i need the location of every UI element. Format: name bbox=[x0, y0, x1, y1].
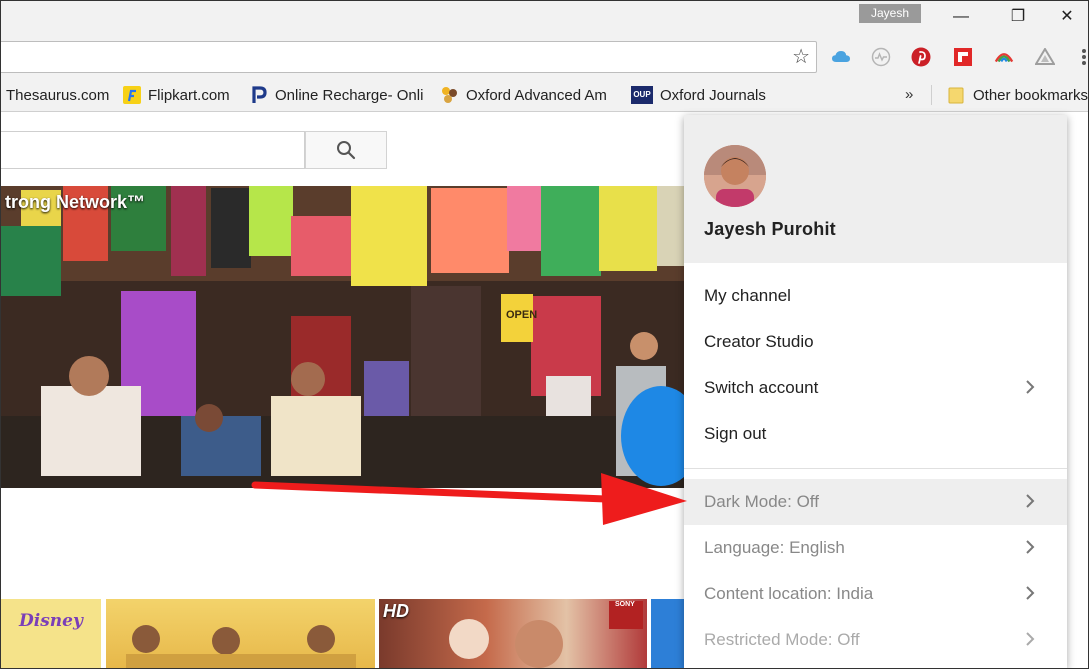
menu-item-label: Switch account bbox=[704, 378, 819, 397]
bookmark-label: Oxford Advanced Am bbox=[466, 86, 607, 104]
sony-logo: SONY bbox=[615, 601, 635, 608]
menu-item-label: Language: English bbox=[704, 538, 845, 557]
profile-photo bbox=[704, 145, 766, 207]
bookmark-oxford-advanced[interactable]: Oxford Advanced Am bbox=[441, 85, 616, 105]
disney-logo: Disney bbox=[19, 611, 83, 631]
bookmarks-overflow-button[interactable]: » bbox=[905, 86, 913, 103]
bookmark-oxford-journals[interactable]: OUP Oxford Journals bbox=[631, 85, 766, 105]
chevron-right-icon bbox=[1026, 494, 1035, 508]
chevron-right-icon bbox=[1026, 540, 1035, 554]
maximize-button[interactable]: ❐ bbox=[995, 5, 1041, 29]
bookmark-label: Flipkart.com bbox=[148, 86, 230, 104]
video-thumbnail[interactable] bbox=[651, 599, 684, 668]
svg-text:OPEN: OPEN bbox=[506, 309, 537, 321]
paytm-p-icon bbox=[250, 86, 268, 104]
video-thumbnail[interactable]: HD SONY bbox=[379, 599, 647, 668]
search-button[interactable] bbox=[305, 131, 387, 169]
pinterest-icon[interactable] bbox=[911, 47, 931, 67]
chevron-right-icon bbox=[1026, 586, 1035, 600]
menu-item-restricted-mode[interactable]: Restricted Mode: Off bbox=[684, 617, 1067, 663]
profile-badge[interactable]: Jayesh bbox=[859, 4, 921, 23]
menu-item-switch-account[interactable]: Switch account bbox=[684, 365, 1067, 411]
search-icon bbox=[337, 141, 356, 160]
menu-item-label: Sign out bbox=[704, 424, 767, 443]
minimize-button[interactable]: — bbox=[938, 5, 984, 29]
avatar[interactable] bbox=[704, 145, 766, 207]
folder-icon bbox=[948, 86, 966, 104]
menu-item-language[interactable]: Language: English bbox=[684, 525, 1067, 571]
bookmark-label: Online Recharge- Onli bbox=[275, 86, 424, 104]
menu-divider bbox=[684, 468, 1067, 469]
bookmarks-divider bbox=[931, 85, 932, 105]
rainbow-icon[interactable] bbox=[994, 47, 1014, 67]
bookmark-online-recharge[interactable]: Online Recharge- Onli bbox=[250, 85, 425, 105]
account-name: Jayesh Purohit bbox=[704, 219, 836, 239]
tracker-icon[interactable] bbox=[871, 47, 891, 67]
video-shelf: Disney HD SONY bbox=[1, 599, 684, 668]
bookmark-thesaurus[interactable]: Thesaurus.com bbox=[6, 85, 109, 105]
bookmark-label: Thesaurus.com bbox=[6, 86, 110, 104]
drive-icon[interactable] bbox=[1035, 47, 1055, 67]
banner-title: trong Network™ bbox=[5, 192, 146, 212]
flipboard-icon[interactable] bbox=[953, 47, 973, 67]
menu-item-sign-out[interactable]: Sign out bbox=[684, 411, 1067, 457]
menu-item-label: Creator Studio bbox=[704, 332, 814, 351]
bookmark-star-icon[interactable]: ☆ bbox=[792, 45, 810, 69]
video-thumbnail[interactable] bbox=[106, 599, 375, 668]
menu-item-dark-mode[interactable]: Dark Mode: Off bbox=[684, 479, 1067, 525]
menu-icon[interactable] bbox=[1074, 47, 1088, 67]
thumbnail-art bbox=[126, 625, 356, 668]
window-title-bar: Jayesh — ❐ ✕ bbox=[1, 1, 1088, 35]
menu-item-label: Restricted Mode: Off bbox=[704, 630, 860, 649]
chevron-right-icon bbox=[1026, 632, 1035, 646]
menu-item-label: Content location: India bbox=[704, 584, 874, 603]
menu-item-content-location[interactable]: Content location: India bbox=[684, 571, 1067, 617]
search-input[interactable] bbox=[1, 131, 305, 169]
oxford-dictionary-icon bbox=[441, 86, 459, 104]
market-scene-illustration: OPEN bbox=[1, 186, 684, 488]
menu-item-label: My channel bbox=[704, 286, 791, 305]
bookmark-other-folder[interactable]: Other bookmarks bbox=[948, 85, 1088, 105]
account-menu: Jayesh Purohit My channel Creator Studio… bbox=[684, 115, 1067, 668]
video-thumbnail[interactable]: Disney bbox=[1, 599, 101, 668]
menu-item-my-channel[interactable]: My channel bbox=[684, 273, 1067, 319]
channel-banner-image[interactable]: OPEN trong Network™ bbox=[1, 186, 684, 488]
flipkart-icon bbox=[123, 86, 141, 104]
cloud-icon[interactable] bbox=[831, 47, 851, 67]
browser-window: Jayesh — ❐ ✕ ☆ Thesaurus.com Flipkart.co… bbox=[0, 0, 1089, 669]
thumbnail-art bbox=[449, 601, 643, 668]
chevron-right-icon bbox=[1026, 380, 1035, 394]
account-menu-header: Jayesh Purohit bbox=[684, 115, 1067, 263]
oup-icon: OUP bbox=[631, 86, 653, 104]
bookmarks-bar: Thesaurus.com Flipkart.com Online Rechar… bbox=[1, 79, 1088, 112]
close-button[interactable]: ✕ bbox=[1044, 5, 1088, 29]
menu-item-label: Dark Mode: Off bbox=[704, 492, 819, 511]
bookmark-label: Other bookmarks bbox=[973, 86, 1089, 104]
address-bar[interactable]: ☆ bbox=[1, 41, 817, 73]
bookmark-label: Oxford Journals bbox=[660, 86, 766, 104]
browser-toolbar: ☆ bbox=[1, 35, 1088, 79]
bookmark-flipkart[interactable]: Flipkart.com bbox=[123, 85, 230, 105]
menu-item-creator-studio[interactable]: Creator Studio bbox=[684, 319, 1067, 365]
